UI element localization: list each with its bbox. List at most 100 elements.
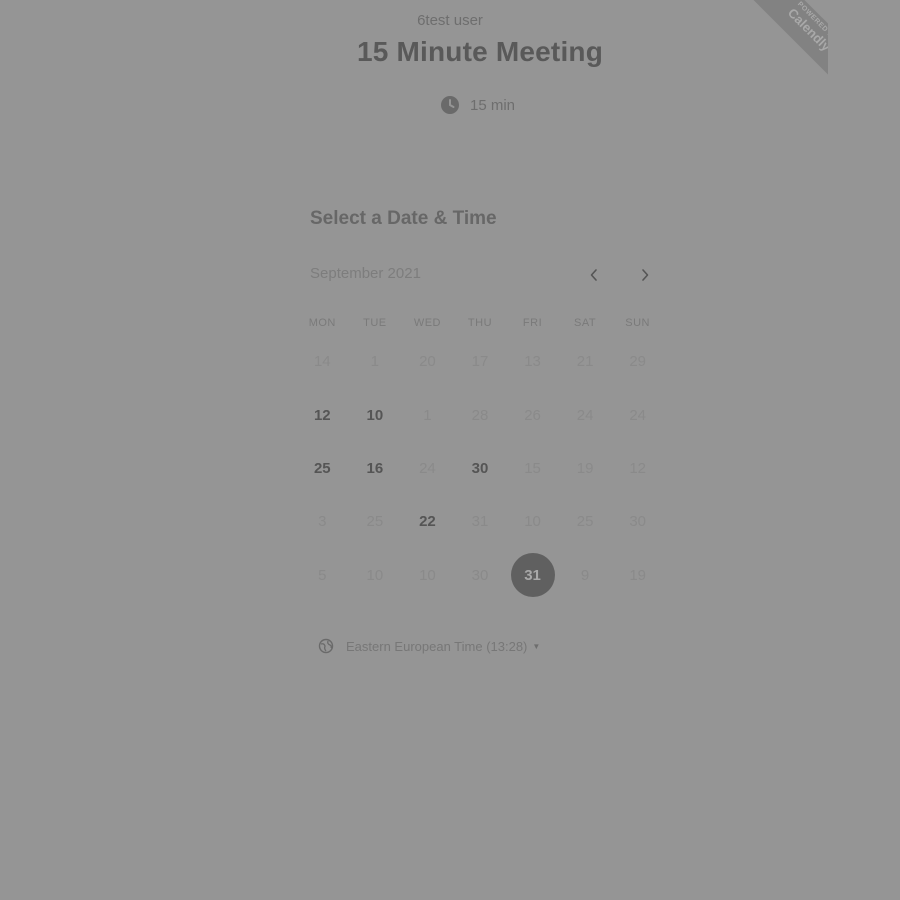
calendar-day-number: 28 <box>471 406 489 424</box>
scheduling-page: 6test user 15 Minute Meeting 15 min POWE… <box>0 0 900 900</box>
calendar-day-unavailable: 31 <box>454 495 507 548</box>
calendar-day-unavailable: 29 <box>611 335 664 388</box>
calendar-day-unavailable: 26 <box>506 388 559 441</box>
calendar-day-number: 21 <box>576 353 594 371</box>
calendar-day-unavailable: 10 <box>506 495 559 548</box>
calendly-ribbon-badge[interactable]: POWERED BY Calendly <box>743 0 828 88</box>
timezone-selector[interactable]: Eastern European Time (13:28) ▼ <box>318 638 540 654</box>
calendar-day-unavailable: 24 <box>559 388 612 441</box>
calendar-day-number: 10 <box>366 406 384 424</box>
weekday-sat: SAT <box>574 317 597 329</box>
clock-icon <box>441 96 459 114</box>
calendar-day-number: 24 <box>576 406 594 424</box>
calendar-day-unavailable: 10 <box>401 549 454 602</box>
calendar-day-number: 24 <box>629 406 646 424</box>
chevron-right-icon <box>642 269 649 281</box>
calendar-day-unavailable: 21 <box>559 335 612 388</box>
weekday-fri: FRI <box>522 317 543 329</box>
calendar-day-number: 15 <box>524 459 541 477</box>
calendar-day-number: 31 <box>510 553 555 598</box>
calendar-day-number: 12 <box>629 459 646 477</box>
calendar-day-unavailable: 13 <box>506 335 559 388</box>
previous-month-button[interactable] <box>583 264 605 286</box>
calendar-day-number: 3 <box>318 513 327 531</box>
calendar-day-unavailable: 19 <box>611 549 664 602</box>
calendar-day-number: 5 <box>318 566 327 584</box>
calendar-day-unavailable: 30 <box>611 495 664 548</box>
calendar-day-unavailable: 25 <box>559 495 612 548</box>
timezone-label: Eastern European Time (13:28) <box>346 638 528 654</box>
calendar-day-unavailable: 15 <box>506 442 559 495</box>
globe-icon <box>318 638 334 654</box>
calendar-day-available[interactable]: 10 <box>349 388 402 441</box>
calendar-day-available[interactable]: 30 <box>454 442 507 495</box>
calendar-day-unavailable: 19 <box>559 442 612 495</box>
event-duration: 15 min <box>440 94 515 116</box>
calendar-day-unavailable: 20 <box>401 335 454 388</box>
calendar-day-number: 30 <box>471 459 489 477</box>
calendar-day-unavailable: 5 <box>296 549 349 602</box>
calendar-day-unavailable: 28 <box>454 388 507 441</box>
current-month: September 2021 <box>310 265 421 282</box>
calendar-week-row: 14 1 20 17 13 21 29 <box>296 335 664 388</box>
calendar-day-unavailable: 1 <box>401 388 454 441</box>
calendar-day-unavailable: 17 <box>454 335 507 388</box>
calendar-day-number: 25 <box>366 513 384 531</box>
powered-by-ribbon[interactable]: POWERED BY Calendly <box>740 0 828 88</box>
caret-down-icon: ▼ <box>532 641 541 651</box>
calendar-day-number: 19 <box>629 566 646 584</box>
calendar-day-number: 24 <box>419 459 436 477</box>
calendar-day-unavailable: 24 <box>401 442 454 495</box>
calendar-week-row: 5 10 10 30 31 9 19 <box>296 549 664 602</box>
calendar-day-number: 25 <box>576 513 594 531</box>
date-time-heading: Select a Date & Time <box>310 208 497 229</box>
weekday-tue: TUE <box>363 317 387 329</box>
calendar-day-unavailable: 30 <box>454 549 507 602</box>
calendar-day-number: 9 <box>580 566 590 584</box>
chevron-left-icon <box>590 269 597 281</box>
calendar-day-number: 29 <box>629 353 646 371</box>
duration-label: 15 min <box>470 96 516 114</box>
calendar-day-unavailable: 1 <box>349 335 402 388</box>
weekday-wed: WED <box>413 317 441 329</box>
calendar-day-number: 19 <box>576 459 594 477</box>
calendar-day-number: 13 <box>524 353 541 371</box>
calendar-day-number: 1 <box>370 353 380 371</box>
next-month-button[interactable] <box>634 264 656 286</box>
calendar-day-number: 17 <box>471 353 489 371</box>
calendar-day-unavailable: 9 <box>559 549 612 602</box>
weekday-sun: SUN <box>625 317 651 329</box>
calendar-day-number: 1 <box>423 406 432 424</box>
weekday-thu: THU <box>467 317 493 329</box>
calendar-day-number: 20 <box>419 353 436 371</box>
calendar-day-unavailable: 12 <box>611 442 664 495</box>
calendar-day-number: 10 <box>419 566 436 584</box>
ribbon-brand: Calendly <box>784 5 828 55</box>
calendar-day-available[interactable]: 25 <box>296 442 349 495</box>
calendar-day-selected[interactable]: 31 <box>506 549 559 602</box>
calendar-day-number: 12 <box>313 406 331 424</box>
calendar-day-available[interactable]: 22 <box>401 495 454 548</box>
calendar-day-unavailable: 24 <box>611 388 664 441</box>
calendar-day-number: 22 <box>419 513 436 531</box>
calendar-day-available[interactable]: 16 <box>349 442 402 495</box>
calendar-day-available[interactable]: 12 <box>296 388 349 441</box>
calendar-grid: 14 1 20 17 13 21 29 12 10 1 28 26 24 24 25 16 24 30 15 19 12… <box>296 335 664 602</box>
calendar-day-unavailable: 25 <box>349 495 402 548</box>
calendar-day-number: 16 <box>366 459 384 477</box>
calendar-day-number: 30 <box>471 566 489 584</box>
calendar-day-number: 25 <box>313 459 331 477</box>
calendar-week-row: 12 10 1 28 26 24 24 <box>296 388 664 441</box>
calendar-day-number: 14 <box>313 353 331 371</box>
calendar-day-number: 26 <box>524 406 541 424</box>
calendar-day-number: 30 <box>629 513 646 531</box>
calendar-day-unavailable: 14 <box>296 335 349 388</box>
calendar-day-unavailable: 3 <box>296 495 349 548</box>
calendar-day-number: 31 <box>471 513 489 531</box>
calendar-day-number: 10 <box>524 513 541 531</box>
calendar-week-row: 25 16 24 30 15 19 12 <box>296 442 664 495</box>
calendar-day-unavailable: 10 <box>349 549 402 602</box>
weekday-header: MON TUE WED THU FRI SAT SUN <box>296 317 664 329</box>
weekday-mon: MON <box>308 317 336 329</box>
calendar-day-number: 10 <box>366 566 384 584</box>
